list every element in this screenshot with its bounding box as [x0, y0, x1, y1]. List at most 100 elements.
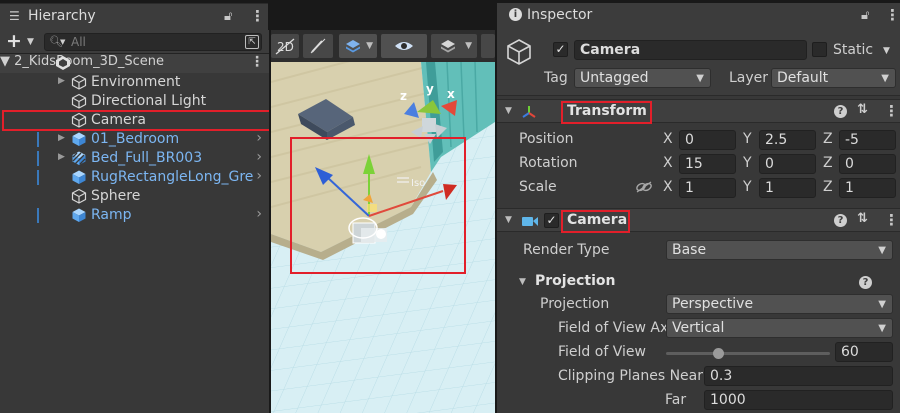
add-icon[interactable]: +	[6, 30, 22, 52]
static-dropdown-caret-icon[interactable]: ▼	[883, 46, 890, 56]
scene-viewport[interactable]: y z x Iso	[271, 62, 495, 413]
chevron-right-icon[interactable]: ›	[256, 168, 262, 184]
lock-icon[interactable]: 🔓︎	[861, 8, 869, 23]
rotation-label: Rotation	[519, 155, 578, 171]
help-icon[interactable]: ?	[859, 276, 872, 289]
more-options-icon[interactable]: ⋮	[885, 6, 900, 24]
hierarchy-tab[interactable]: ☰ Hierarchy 🔓︎ ⋮	[0, 3, 268, 30]
component-menu-icon[interactable]: ⋮	[884, 102, 899, 120]
scale-z-field[interactable]: 1	[839, 178, 896, 198]
help-icon[interactable]: ?	[834, 105, 847, 118]
scene-more-icon[interactable]: ⋮	[250, 54, 264, 70]
scale-y-field[interactable]: 1	[759, 178, 816, 198]
expand-arrow-icon[interactable]: ▼	[0, 54, 10, 69]
collapsed-arrow-icon[interactable]: ▶	[58, 76, 65, 86]
foldout-arrow-icon[interactable]: ▼	[505, 215, 512, 225]
projection-dropdown[interactable]: Perspective ▼	[666, 294, 893, 314]
more-tools-button[interactable]	[481, 34, 495, 58]
add-dropdown-caret-icon[interactable]: ▼	[27, 37, 34, 47]
hierarchy-item-environment[interactable]: ▶ Environment	[0, 73, 269, 92]
gameobject-icon	[71, 74, 87, 90]
hierarchy-item-label: 01_Bedroom	[91, 131, 180, 147]
fov-value-field[interactable]: 60	[835, 342, 893, 362]
camera-enabled-checkbox[interactable]: ✓	[544, 213, 559, 228]
render-type-value: Base	[672, 242, 707, 258]
gizmo-tools-button[interactable]: ▼	[339, 34, 377, 58]
hierarchy-item-ramp[interactable]: Ramp ›	[0, 206, 269, 225]
hierarchy-search-input[interactable]: 🔍︎ ▼ All ⇱	[44, 33, 262, 51]
static-checkbox[interactable]	[812, 42, 827, 57]
near-clip-field[interactable]: 0.3	[704, 366, 893, 386]
more-options-icon[interactable]: ⋮	[250, 7, 265, 25]
search-options-icon[interactable]: ⇱	[245, 35, 259, 49]
hierarchy-item-label: Bed_Full_BR003	[91, 150, 203, 166]
axis-y-label: Y	[743, 155, 752, 171]
chevron-down-icon: ▼	[878, 299, 886, 310]
projection-foldout-arrow-icon[interactable]: ▼	[519, 277, 526, 287]
presets-icon[interactable]: ⇅	[857, 211, 868, 226]
position-y-field[interactable]: 2.5	[759, 130, 816, 150]
chevron-down-icon: ▼	[878, 323, 886, 334]
hierarchy-item-label: Directional Light	[91, 93, 207, 109]
help-icon[interactable]: ?	[834, 214, 847, 227]
info-icon: i	[509, 8, 522, 21]
axis-z-label: Z	[823, 131, 833, 147]
scale-x-field[interactable]: 1	[679, 178, 736, 198]
slider-knob[interactable]	[713, 348, 724, 359]
component-menu-icon[interactable]: ⋮	[884, 211, 899, 229]
fx-toggle-button[interactable]	[303, 34, 333, 58]
hierarchy-panel: ☰ Hierarchy 🔓︎ ⋮ + ▼ 🔍︎ ▼ All ⇱ ▼ 2_Kids…	[0, 0, 269, 413]
camera-component-header[interactable]: ▼ ✓ Camera ? ⇅ ⋮	[497, 208, 900, 232]
inspector-tab[interactable]: i Inspector 🔓︎ ⋮	[497, 3, 900, 30]
inspector-tabbar: i Inspector 🔓︎ ⋮	[497, 0, 900, 30]
foldout-arrow-icon[interactable]: ▼	[505, 106, 512, 116]
lock-icon[interactable]: 🔓︎	[224, 9, 232, 24]
chevron-right-icon[interactable]: ›	[256, 130, 262, 146]
hierarchy-item-rug[interactable]: RugRectangleLong_Gre ›	[0, 168, 269, 187]
search-caret-icon: ▼	[60, 38, 66, 46]
position-x-field[interactable]: 0	[679, 130, 736, 150]
active-checkbox[interactable]: ✓	[553, 42, 568, 57]
scene-tabbar	[271, 0, 495, 30]
fov-slider[interactable]	[666, 346, 830, 360]
fov-axis-dropdown[interactable]: Vertical ▼	[666, 318, 893, 338]
scene-view[interactable]: 2D ▼ ▼ y z x Iso	[271, 0, 495, 413]
render-type-dropdown[interactable]: Base ▼	[666, 240, 893, 260]
prefab-icon	[72, 208, 86, 222]
hierarchy-item-01-bedroom[interactable]: ▶ 01_Bedroom ›	[0, 130, 269, 149]
hierarchy-item-label: RugRectangleLong_Gre	[91, 169, 254, 185]
render-type-label: Render Type	[523, 242, 610, 258]
tag-dropdown[interactable]: Untagged ▼	[574, 68, 711, 88]
rotation-y-field[interactable]: 0	[759, 154, 816, 174]
collapsed-arrow-icon[interactable]: ▶	[58, 152, 65, 162]
collapsed-arrow-icon[interactable]: ▶	[58, 133, 65, 143]
rotation-x-field[interactable]: 15	[679, 154, 736, 174]
layer-dropdown[interactable]: Default ▼	[771, 68, 896, 88]
transform-component-header[interactable]: ▼ Transform ? ⇅ ⋮	[497, 99, 900, 123]
2d-toggle-button[interactable]: 2D	[271, 34, 299, 58]
presets-icon[interactable]: ⇅	[857, 102, 868, 117]
rotation-z-field[interactable]: 0	[839, 154, 896, 174]
unity-scene-icon	[56, 56, 70, 70]
camera-icon	[522, 217, 538, 226]
hierarchy-item-sphere[interactable]: Sphere	[0, 187, 269, 206]
far-clip-field[interactable]: 1000	[704, 390, 893, 410]
layer-label: Layer	[729, 70, 769, 86]
chevron-right-icon[interactable]: ›	[256, 149, 262, 165]
gizmo-x-label: x	[447, 87, 455, 101]
position-z-field[interactable]: -5	[839, 130, 896, 150]
fov-axis-value: Vertical	[672, 320, 725, 336]
scene-root-row[interactable]: ▼ 2_KidsRoom_3D_Scene ⋮	[0, 54, 269, 73]
gameobject-icon	[71, 93, 87, 109]
hierarchy-item-bed-full[interactable]: ▶ Bed_Full_BR003 ›	[0, 149, 269, 168]
visibility-toggle-button[interactable]	[381, 34, 427, 58]
gameobject-icon	[71, 188, 87, 204]
chevron-right-icon[interactable]: ›	[256, 206, 262, 222]
layer-value: Default	[777, 70, 829, 86]
chevron-down-icon: ▼	[881, 73, 889, 84]
hierarchy-item-directional-light[interactable]: Directional Light	[0, 92, 269, 111]
object-name-field[interactable]: Camera	[574, 40, 807, 60]
scene-layers-button[interactable]: ▼	[431, 34, 477, 58]
gameobject-header: ✓ Camera Static ▼ Tag Untagged ▼ Layer D…	[497, 30, 900, 96]
constrain-proportions-icon[interactable]	[635, 180, 653, 194]
